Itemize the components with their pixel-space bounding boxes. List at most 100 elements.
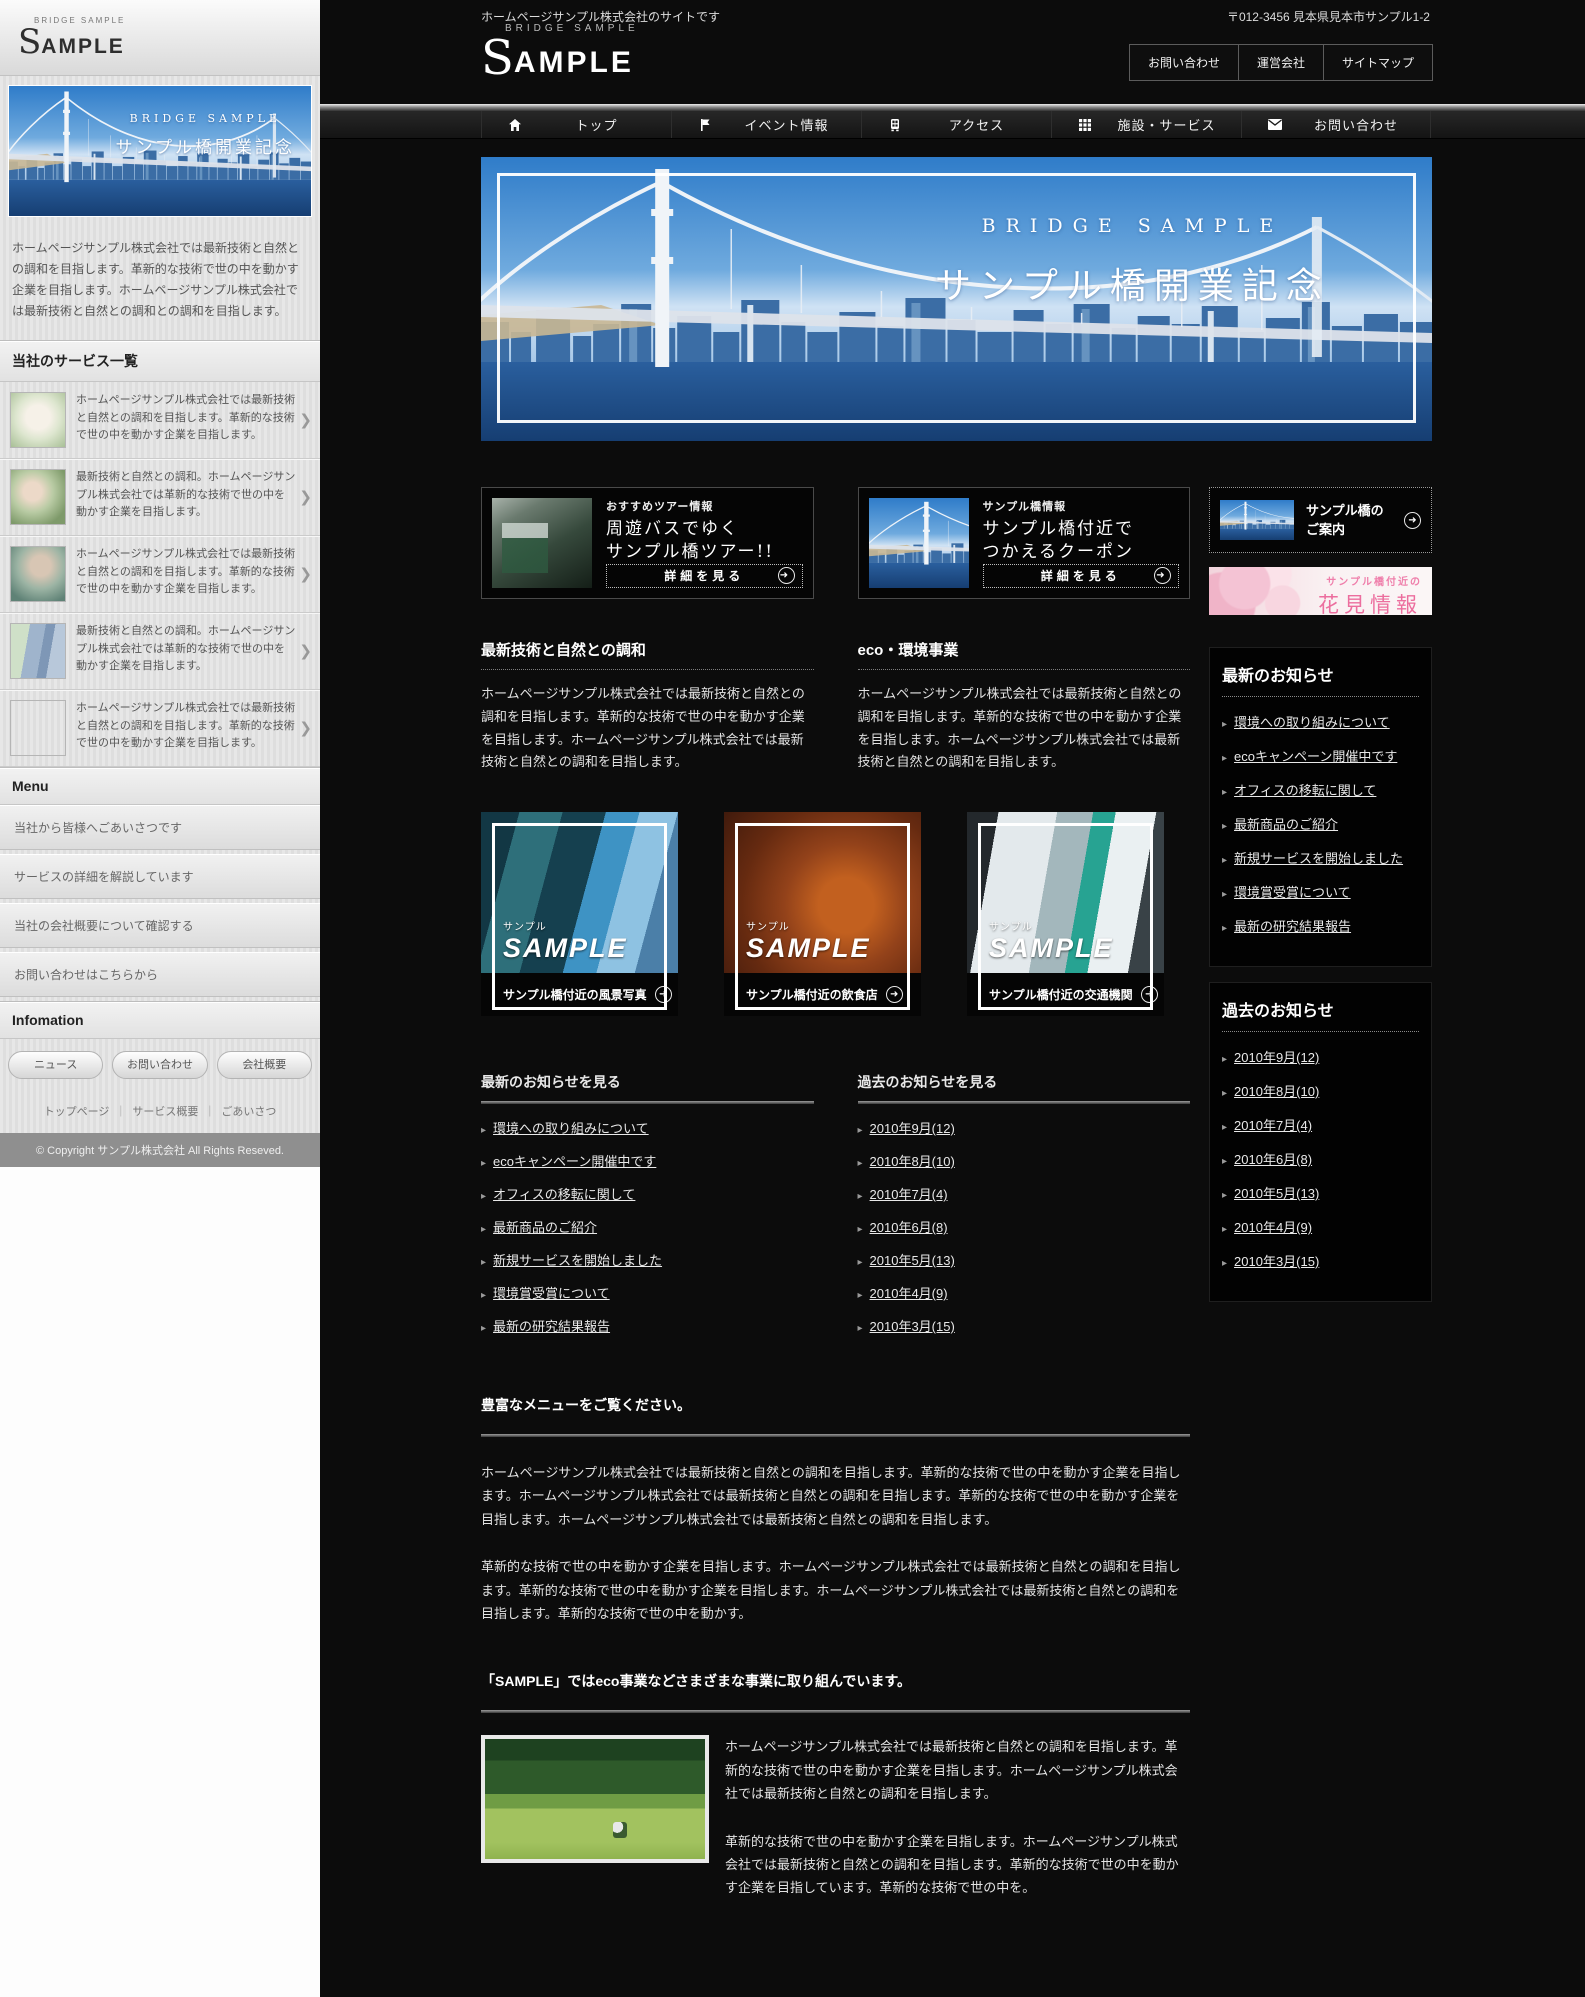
service-list-item[interactable]: ホームページサンプル株式会社では最新技術と自然との調和を目指します。革新的な技術… — [0, 382, 320, 459]
news-link[interactable]: ▸環境賞受賞について — [1222, 882, 1419, 901]
news-link[interactable]: ▸ecoキャンペーン開催中です — [1222, 746, 1419, 765]
global-nav: トップ イベント情報 アクセス 施設・サービス お問い合わせ — [320, 111, 1585, 139]
news-link[interactable]: ▸環境への取り組みについて — [1222, 712, 1419, 731]
feature-technology: 最新技術と自然との調和 ホームページサンプル株式会社では最新技術と自然との調和を… — [481, 639, 814, 774]
nav-item-events[interactable]: イベント情報 — [671, 111, 861, 138]
promo-bus-tour[interactable]: おすすめツアー情報 周遊バスでゆくサンプル橋ツアー!! 詳細を見る ➜ — [481, 487, 814, 599]
triangle-bullet-icon: ▸ — [1222, 1156, 1227, 1167]
promo-coupon[interactable]: サンプル橋情報 サンプル橋付近でつかえるクーポン 詳細を見る ➜ — [858, 487, 1191, 599]
archive-link[interactable]: ▸2010年9月(12) — [858, 1118, 1191, 1137]
triangle-bullet-icon: ▸ — [858, 1323, 863, 1334]
header-logo-rest: AMPLE — [514, 48, 634, 82]
photo-card-row: サンプル橋付近の風景写真 ➜ サンプルSAMPLE サンプル橋付近の飲食 — [481, 812, 1190, 1016]
archive-link[interactable]: ▸2010年5月(13) — [1222, 1183, 1419, 1202]
nav-item-contact[interactable]: お問い合わせ — [1241, 111, 1431, 138]
triangle-bullet-icon: ▸ — [1222, 1258, 1227, 1269]
news-link[interactable]: ▸最新商品のご紹介 — [1222, 814, 1419, 833]
service-list-item[interactable]: ホームページサンプル株式会社では最新技術と自然との調和を目指します。革新的な技術… — [0, 536, 320, 613]
section-body: ホームページサンプル株式会社では最新技術と自然との調和を目指します。革新的な技術… — [481, 683, 814, 774]
hanami-title: 花見情報 — [1318, 589, 1422, 619]
hanami-banner[interactable]: サンプル橋付近の 花見情報 — [1209, 567, 1432, 615]
nav-item-top[interactable]: トップ — [481, 111, 671, 138]
triangle-bullet-icon: ▸ — [481, 1158, 486, 1169]
sidebar-footer-link[interactable]: ごあいさつ — [198, 1103, 276, 1119]
service-list-item[interactable]: ホームページサンプル株式会社では最新技術と自然との調和を目指します。革新的な技術… — [0, 690, 320, 767]
archive-news-heading: 過去のお知らせを見る — [858, 1072, 1191, 1092]
detail-button-label: 詳細を見る — [1041, 567, 1121, 584]
archive-link[interactable]: ▸2010年6月(8) — [858, 1217, 1191, 1236]
news-link[interactable]: ▸最新の研究結果報告 — [1222, 916, 1419, 935]
service-thumbnail — [10, 469, 66, 525]
news-link[interactable]: ▸新規サービスを開始しました — [1222, 848, 1419, 867]
triangle-bullet-icon: ▸ — [858, 1158, 863, 1169]
triangle-bullet-icon: ▸ — [481, 1224, 486, 1235]
archive-link[interactable]: ▸2010年8月(10) — [1222, 1081, 1419, 1100]
sidebar-footer-link[interactable]: サービス概要 — [109, 1103, 198, 1119]
archive-link[interactable]: ▸2010年8月(10) — [858, 1151, 1191, 1170]
archive-link[interactable]: ▸2010年4月(9) — [1222, 1217, 1419, 1236]
latest-news-list: ▸環境への取り組みについて ▸ecoキャンペーン開催中です ▸オフィスの移転に関して… — [481, 1118, 814, 1335]
archive-news-section: 過去のお知らせを見る ▸2010年9月(12) ▸2010年8月(10) ▸2010… — [858, 1072, 1191, 1349]
banner-title: サンプル橋開業記念 — [112, 133, 299, 158]
circle-arrow-icon: ➜ — [1154, 567, 1171, 584]
sidebar-footer-link[interactable]: トップページ — [44, 1103, 110, 1119]
detail-button[interactable]: 詳細を見る ➜ — [606, 564, 803, 588]
news-link[interactable]: ▸環境賞受賞について — [481, 1283, 814, 1302]
archive-link[interactable]: ▸2010年6月(8) — [1222, 1149, 1419, 1168]
circle-arrow-icon: ➜ — [886, 986, 903, 1003]
hero-brand: BRIDGE SAMPLE — [880, 215, 1384, 237]
header-utility-buttons: お問い合わせ 運営会社 サイトマップ — [1130, 44, 1433, 81]
divider — [481, 1434, 1190, 1437]
news-link[interactable]: ▸環境への取り組みについて — [481, 1118, 814, 1137]
sidebar-menu-item[interactable]: 当社の会社概要について確認する — [0, 903, 320, 948]
archive-link[interactable]: ▸2010年5月(13) — [858, 1250, 1191, 1269]
paragraph: 革新的な技術で世の中を動かす企業を目指します。ホームページサンプル株式会社では最… — [481, 1555, 1190, 1625]
latest-news-section: 最新のお知らせを見る ▸環境への取り組みについて▸ecoキャンペーン開催中です▸… — [481, 1072, 814, 1349]
triangle-bullet-icon: ▸ — [481, 1323, 486, 1334]
triangle-bullet-icon: ▸ — [1222, 1054, 1227, 1065]
archive-link[interactable]: ▸2010年7月(4) — [1222, 1115, 1419, 1134]
news-link[interactable]: ▸最新の研究結果報告 — [481, 1316, 814, 1335]
triangle-bullet-icon: ▸ — [1222, 855, 1227, 866]
service-list-item[interactable]: 最新技術と自然との調和。ホームページサンプル株式会社では革新的な技術で世の中を動… — [0, 459, 320, 536]
news-link[interactable]: ▸最新商品のご紹介 — [481, 1217, 814, 1236]
archive-link[interactable]: ▸2010年3月(15) — [1222, 1251, 1419, 1270]
triangle-bullet-icon: ▸ — [1222, 753, 1227, 764]
news-link[interactable]: ▸新規サービスを開始しました — [481, 1250, 814, 1269]
service-thumbnail — [10, 546, 66, 602]
card-brand: サンプルSAMPLE — [746, 918, 871, 964]
card-brand: サンプルSAMPLE — [989, 918, 1114, 964]
sidebar-menu-item[interactable]: 当社から皆様へごあいさつです — [0, 805, 320, 850]
detail-button[interactable]: 詳細を見る ➜ — [983, 564, 1180, 588]
sidebar-menu-item[interactable]: お問い合わせはこちらから — [0, 952, 320, 997]
sitemap-button[interactable]: サイトマップ — [1323, 44, 1433, 81]
info-pill-button[interactable]: ニュース — [8, 1051, 103, 1079]
card-restaurants[interactable]: サンプル橋付近の飲食店 ➜ サンプルSAMPLE — [724, 812, 921, 1016]
card-scenery[interactable]: サンプル橋付近の風景写真 ➜ サンプルSAMPLE — [481, 812, 678, 1016]
news-link[interactable]: ▸オフィスの移転に関して — [1222, 780, 1419, 799]
triangle-bullet-icon: ▸ — [481, 1257, 486, 1268]
triangle-bullet-icon: ▸ — [858, 1257, 863, 1268]
info-pill-button[interactable]: 会社概要 — [217, 1051, 312, 1079]
bridge-guide-banner[interactable]: サンプル橋のご案内 ➜ — [1209, 487, 1432, 553]
archive-link[interactable]: ▸2010年7月(4) — [858, 1184, 1191, 1203]
sidebar-logo[interactable]: BRIDGE SAMPLE S AMPLE — [0, 0, 320, 76]
main-area: ホームページサンプル株式会社のサイトです 〒012-3456 見本県見本市サンプ… — [320, 0, 1585, 1997]
info-pill-button[interactable]: お問い合わせ — [112, 1051, 207, 1079]
archive-link[interactable]: ▸2010年9月(12) — [1222, 1047, 1419, 1066]
contact-button[interactable]: お問い合わせ — [1129, 44, 1239, 81]
card-transport[interactable]: サンプル橋付近の交通機関 ➜ サンプルSAMPLE — [967, 812, 1164, 1016]
service-list-item[interactable]: 最新技術と自然との調和。ホームページサンプル株式会社では革新的な技術で世の中を動… — [0, 613, 320, 690]
brand-logo-rest: AMPLE — [41, 36, 125, 59]
nav-item-facilities[interactable]: 施設・サービス — [1051, 111, 1241, 138]
archive-link[interactable]: ▸2010年3月(15) — [858, 1316, 1191, 1335]
header-logo-top: BRIDGE SAMPLE — [505, 24, 639, 34]
sidebar-menu-item[interactable]: サービスの詳細を解説しています — [0, 854, 320, 899]
news-link[interactable]: ▸オフィスの移転に関して — [481, 1184, 814, 1203]
sidebar-bridge-banner[interactable]: BRIDGE SAMPLE サンプル橋開業記念 — [8, 85, 312, 217]
news-link[interactable]: ▸ecoキャンペーン開催中です — [481, 1151, 814, 1170]
header-logo[interactable]: BRIDGE SAMPLE S AMPLE — [481, 24, 639, 82]
nav-item-access[interactable]: アクセス — [861, 111, 1051, 138]
archive-link[interactable]: ▸2010年4月(9) — [858, 1283, 1191, 1302]
operating-company-button[interactable]: 運営会社 — [1238, 44, 1324, 81]
